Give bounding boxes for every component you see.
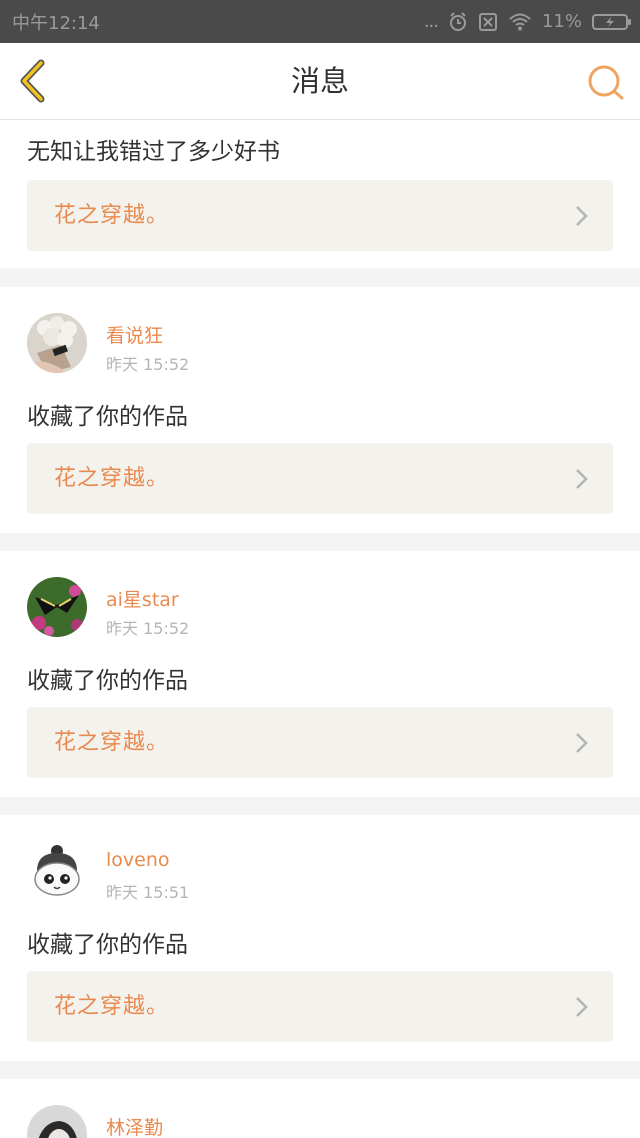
message-time: 昨天 15:52 <box>106 619 190 638</box>
username[interactable]: loveno <box>106 849 170 871</box>
message-card: 无知让我错过了多少好书 花之穿越。 <box>0 120 640 268</box>
work-link[interactable]: 花之穿越。 <box>27 707 613 778</box>
message-time: 昨天 15:52 <box>106 355 190 374</box>
avatar[interactable] <box>27 577 87 637</box>
page-title: 消息 <box>290 64 349 98</box>
wifi-icon <box>508 12 532 32</box>
app-header: 消息 <box>0 43 640 120</box>
avatar[interactable] <box>27 313 87 373</box>
message-action: 收藏了你的作品 <box>27 932 188 958</box>
chevron-right-icon <box>576 733 588 753</box>
message-card: 看说狂 昨天 15:52 收藏了你的作品 花之穿越。 <box>0 287 640 533</box>
chevron-right-icon <box>576 469 588 489</box>
work-link[interactable]: 花之穿越。 <box>27 443 613 514</box>
alarm-icon <box>448 11 468 32</box>
message-card: loveno 昨天 15:51 收藏了你的作品 花之穿越。 <box>0 815 640 1061</box>
message-action: 收藏了你的作品 <box>27 668 188 694</box>
chevron-right-icon <box>576 206 588 226</box>
work-link[interactable]: 花之穿越。 <box>27 180 613 251</box>
chevron-right-icon <box>576 997 588 1017</box>
avatar[interactable] <box>27 841 87 901</box>
message-action: 收藏了你的作品 <box>27 404 188 430</box>
username[interactable]: 看说狂 <box>106 321 163 348</box>
username[interactable]: 林泽勤 <box>106 1113 163 1138</box>
message-card: 林泽勤 <box>0 1079 640 1138</box>
work-link[interactable]: 花之穿越。 <box>27 971 613 1042</box>
work-title: 花之穿越。 <box>54 466 170 491</box>
work-title: 花之穿越。 <box>54 994 170 1019</box>
username[interactable]: ai星star <box>106 585 179 612</box>
message-card: ai星star 昨天 15:52 收藏了你的作品 花之穿越。 <box>0 551 640 797</box>
status-time: 中午12:14 <box>12 12 100 34</box>
search-button[interactable] <box>586 63 626 101</box>
work-title: 花之穿越。 <box>54 730 170 755</box>
avatar[interactable] <box>27 1105 87 1138</box>
battery-charging-icon <box>592 13 631 30</box>
work-title: 花之穿越。 <box>54 203 170 228</box>
status-icons: ... 11% <box>423 11 631 32</box>
search-icon <box>588 65 624 100</box>
message-time: 昨天 15:51 <box>106 883 190 902</box>
battery-percent: 11% <box>541 11 582 32</box>
status-bar: 中午12:14 ... 11% <box>0 0 640 43</box>
more-dots-icon: ... <box>423 11 439 32</box>
no-sim-icon <box>478 12 498 32</box>
message-action: 无知让我错过了多少好书 <box>27 139 280 165</box>
